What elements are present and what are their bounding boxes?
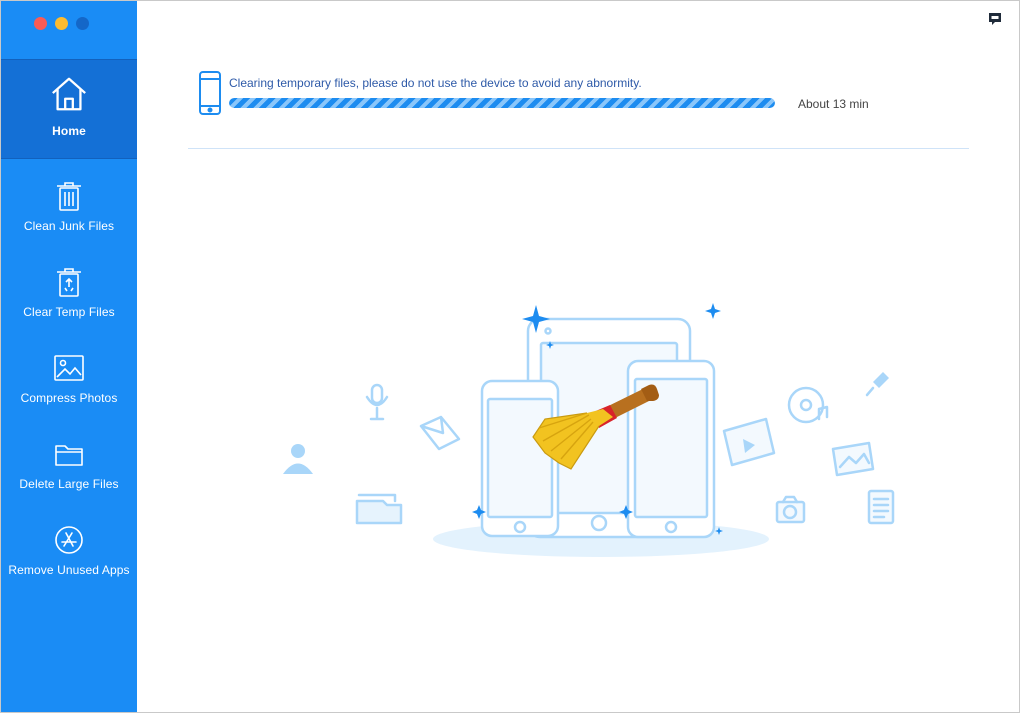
progress-message: Clearing temporary files, please do not … bbox=[229, 76, 642, 90]
phone-icon bbox=[198, 71, 222, 115]
sidebar-item-label: Home bbox=[52, 124, 86, 138]
sidebar-item-clean-junk-files[interactable]: Clean Junk Files bbox=[1, 164, 137, 250]
app-window: Home Clean Junk Files Clear Temp Files C… bbox=[0, 0, 1020, 713]
sidebar-item-label: Compress Photos bbox=[20, 391, 118, 405]
folder-icon bbox=[49, 434, 89, 474]
sidebar: Home Clean Junk Files Clear Temp Files C… bbox=[1, 1, 137, 712]
sidebar-item-home[interactable]: Home bbox=[1, 59, 137, 159]
sidebar-item-remove-unused-apps[interactable]: Remove Unused Apps bbox=[1, 508, 137, 594]
photo-icon bbox=[49, 348, 89, 388]
sidebar-item-clear-temp-files[interactable]: Clear Temp Files bbox=[1, 250, 137, 336]
temp-trash-icon bbox=[49, 262, 89, 302]
window-controls bbox=[34, 17, 89, 30]
progress-bar bbox=[229, 98, 775, 108]
home-icon bbox=[49, 74, 89, 114]
feedback-icon[interactable] bbox=[987, 11, 1003, 27]
close-window-button[interactable] bbox=[34, 17, 47, 30]
sidebar-item-label: Remove Unused Apps bbox=[8, 563, 130, 577]
progress-panel: Clearing temporary files, please do not … bbox=[198, 71, 898, 121]
sidebar-item-delete-large-files[interactable]: Delete Large Files bbox=[1, 422, 137, 508]
divider bbox=[188, 148, 969, 149]
cleaning-illustration bbox=[261, 291, 921, 571]
sidebar-item-label: Delete Large Files bbox=[19, 477, 119, 491]
minimize-window-button[interactable] bbox=[55, 17, 68, 30]
sidebar-item-label: Clear Temp Files bbox=[23, 305, 115, 319]
app-store-icon bbox=[49, 520, 89, 560]
progress-bar-fill bbox=[229, 98, 775, 108]
sidebar-item-label: Clean Junk Files bbox=[23, 219, 115, 233]
sidebar-item-compress-photos[interactable]: Compress Photos bbox=[1, 336, 137, 422]
time-remaining: About 13 min bbox=[798, 97, 869, 111]
trash-icon bbox=[49, 176, 89, 216]
zoom-window-button[interactable] bbox=[76, 17, 89, 30]
